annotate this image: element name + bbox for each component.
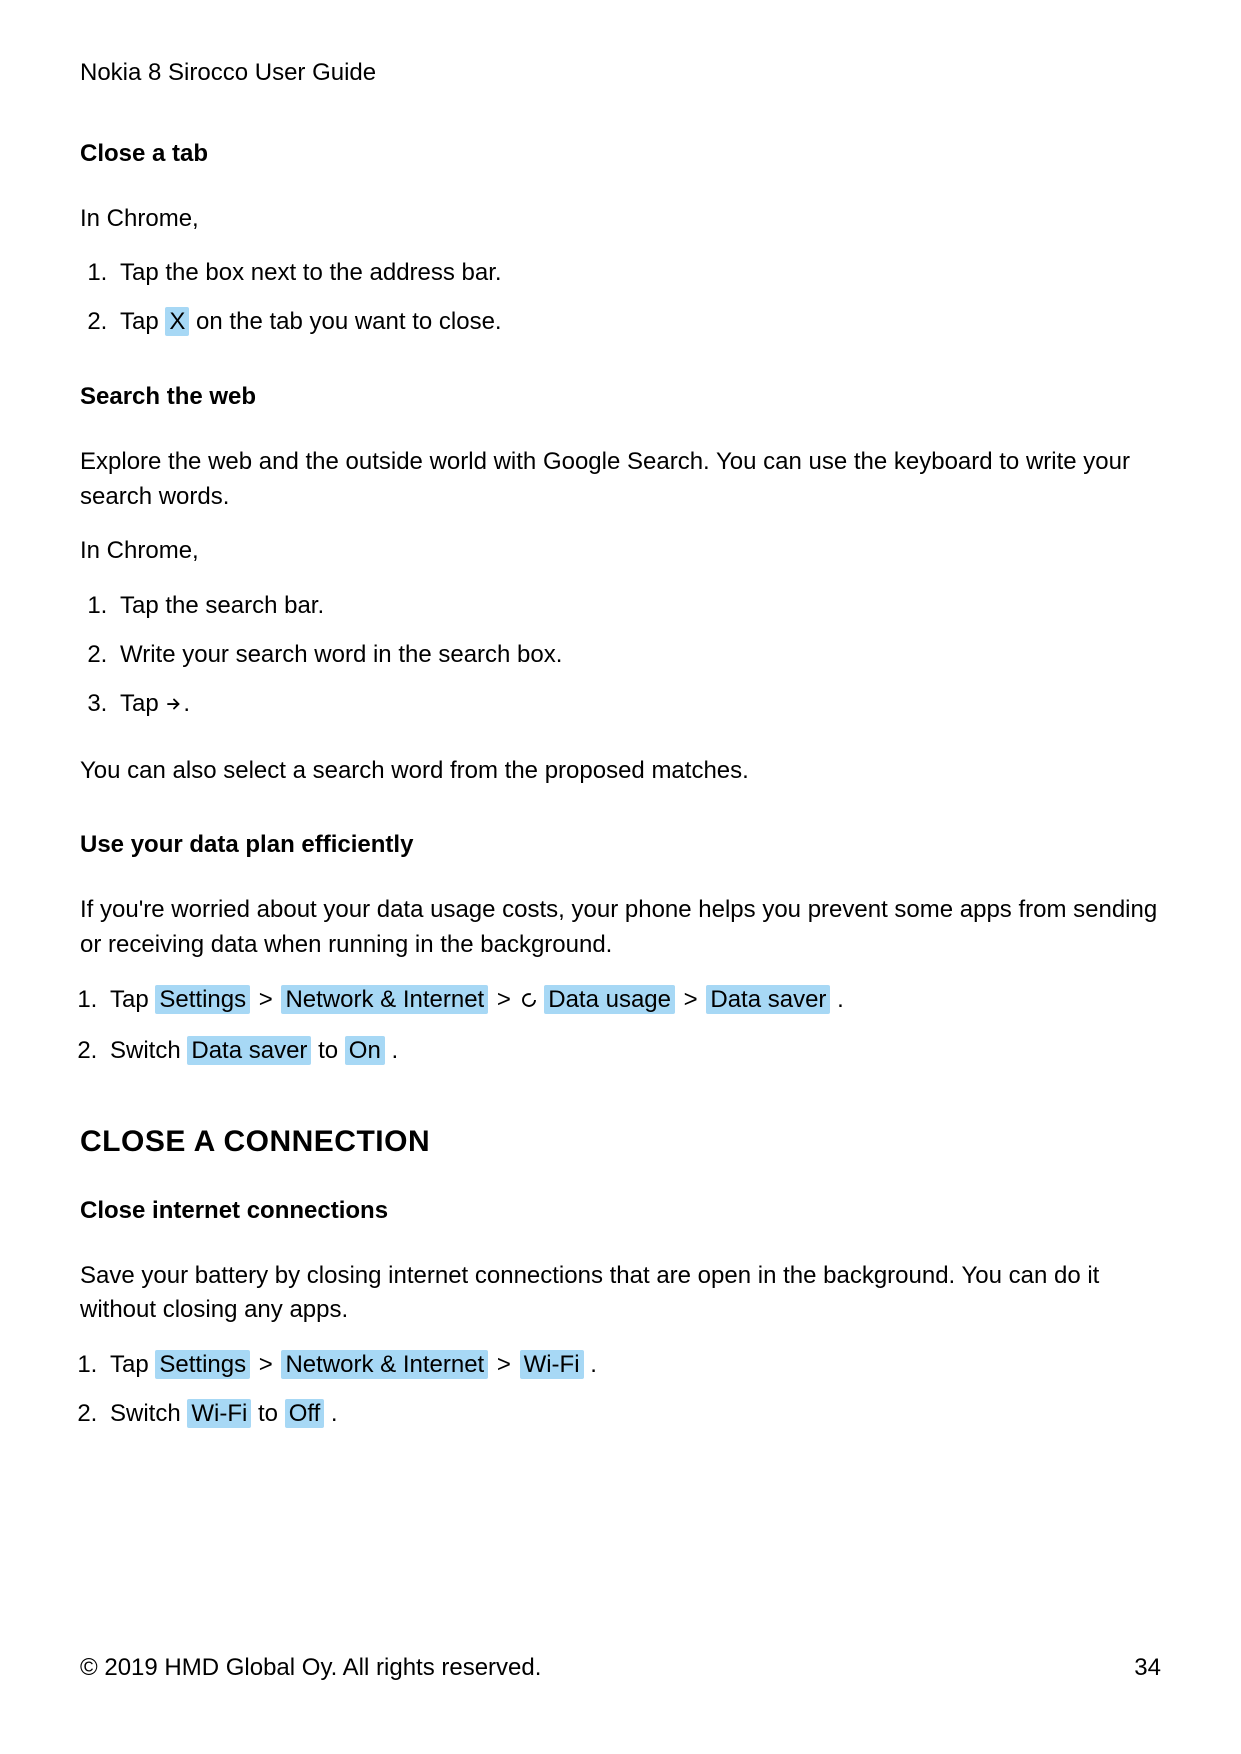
step-text-pre: Switch bbox=[110, 1037, 187, 1064]
step-text-post: . bbox=[830, 986, 843, 1013]
step-text-mid: to bbox=[311, 1037, 344, 1064]
heading-close-a-tab: Close a tab bbox=[80, 137, 1161, 172]
separator: > bbox=[682, 986, 700, 1013]
highlight-off: Off bbox=[285, 1399, 325, 1428]
step-text-post: on the tab you want to close. bbox=[189, 308, 501, 335]
steps-close-connection: Tap Settings > Network & Internet > Wi-F… bbox=[80, 1348, 1161, 1432]
highlight-network-internet: Network & Internet bbox=[281, 985, 488, 1014]
list-item: Switch Data saver to On . bbox=[104, 1034, 1161, 1069]
highlight-data-saver-2: Data saver bbox=[187, 1036, 311, 1065]
list-item: Write your search word in the search box… bbox=[114, 638, 1161, 673]
highlight-on: On bbox=[345, 1036, 385, 1065]
page-container: Nokia 8 Sirocco User Guide Close a tab I… bbox=[0, 0, 1241, 1754]
separator: > bbox=[257, 1351, 275, 1378]
step-text-pre: Tap bbox=[110, 1351, 155, 1378]
step-text: Tap the search bar. bbox=[120, 592, 324, 619]
list-item: Tap Settings > Network & Internet > Wi-F… bbox=[104, 1348, 1161, 1383]
highlight-data-saver: Data saver bbox=[706, 985, 830, 1014]
step-text-post: . bbox=[324, 1400, 337, 1427]
highlight-x: X bbox=[165, 307, 189, 336]
step-text-post: . bbox=[385, 1037, 398, 1064]
text-search-intro: Explore the web and the outside world wi… bbox=[80, 445, 1161, 515]
step-text-pre: Tap bbox=[110, 986, 155, 1013]
steps-data-plan: Tap Settings > Network & Internet > Data… bbox=[80, 983, 1161, 1069]
step-text-pre: Tap bbox=[120, 308, 165, 335]
highlight-network-internet-2: Network & Internet bbox=[281, 1350, 488, 1379]
footer-page-number: 34 bbox=[1134, 1651, 1161, 1686]
list-item: Tap the search bar. bbox=[114, 589, 1161, 624]
text-data-plan-intro: If you're worried about your data usage … bbox=[80, 893, 1161, 963]
step-text-post: . bbox=[183, 690, 190, 717]
steps-close-a-tab: Tap the box next to the address bar. Tap… bbox=[80, 256, 1161, 340]
text-close-conn-intro: Save your battery by closing internet co… bbox=[80, 1259, 1161, 1329]
highlight-wifi-2: Wi-Fi bbox=[187, 1399, 251, 1428]
list-item: Tap Settings > Network & Internet > Data… bbox=[104, 983, 1161, 1020]
highlight-settings: Settings bbox=[155, 985, 250, 1014]
footer-copyright: © 2019 HMD Global Oy. All rights reserve… bbox=[80, 1651, 541, 1686]
heading-close-a-connection: CLOSE A CONNECTION bbox=[80, 1120, 1161, 1164]
step-text-pre: Switch bbox=[110, 1400, 187, 1427]
steps-search-the-web: Tap the search bar. Write your search wo… bbox=[80, 589, 1161, 723]
page-footer: © 2019 HMD Global Oy. All rights reserve… bbox=[80, 1651, 1161, 1686]
list-item: Tap the box next to the address bar. bbox=[114, 256, 1161, 291]
step-text-pre: Tap bbox=[120, 690, 165, 717]
highlight-data-usage: Data usage bbox=[544, 985, 675, 1014]
heading-data-plan: Use your data plan efficiently bbox=[80, 828, 1161, 863]
step-text: Tap the box next to the address bar. bbox=[120, 259, 502, 286]
step-text-mid: to bbox=[251, 1400, 284, 1427]
separator: > bbox=[257, 986, 275, 1013]
step-text: Write your search word in the search box… bbox=[120, 641, 562, 668]
separator: > bbox=[495, 1351, 513, 1378]
list-item: Switch Wi-Fi to Off . bbox=[104, 1397, 1161, 1432]
step-text-post: . bbox=[584, 1351, 597, 1378]
text-search-outro: You can also select a search word from t… bbox=[80, 754, 1161, 789]
data-usage-icon bbox=[520, 985, 538, 1020]
text-in-chrome-2: In Chrome, bbox=[80, 534, 1161, 569]
page-header-title: Nokia 8 Sirocco User Guide bbox=[80, 56, 1161, 91]
separator: > bbox=[495, 986, 513, 1013]
highlight-settings-2: Settings bbox=[155, 1350, 250, 1379]
heading-search-the-web: Search the web bbox=[80, 380, 1161, 415]
arrow-right-icon bbox=[165, 689, 183, 724]
text-in-chrome-1: In Chrome, bbox=[80, 202, 1161, 237]
list-item: Tap X on the tab you want to close. bbox=[114, 305, 1161, 340]
highlight-wifi: Wi-Fi bbox=[520, 1350, 584, 1379]
list-item: Tap . bbox=[114, 687, 1161, 724]
heading-close-internet-connections: Close internet connections bbox=[80, 1194, 1161, 1229]
